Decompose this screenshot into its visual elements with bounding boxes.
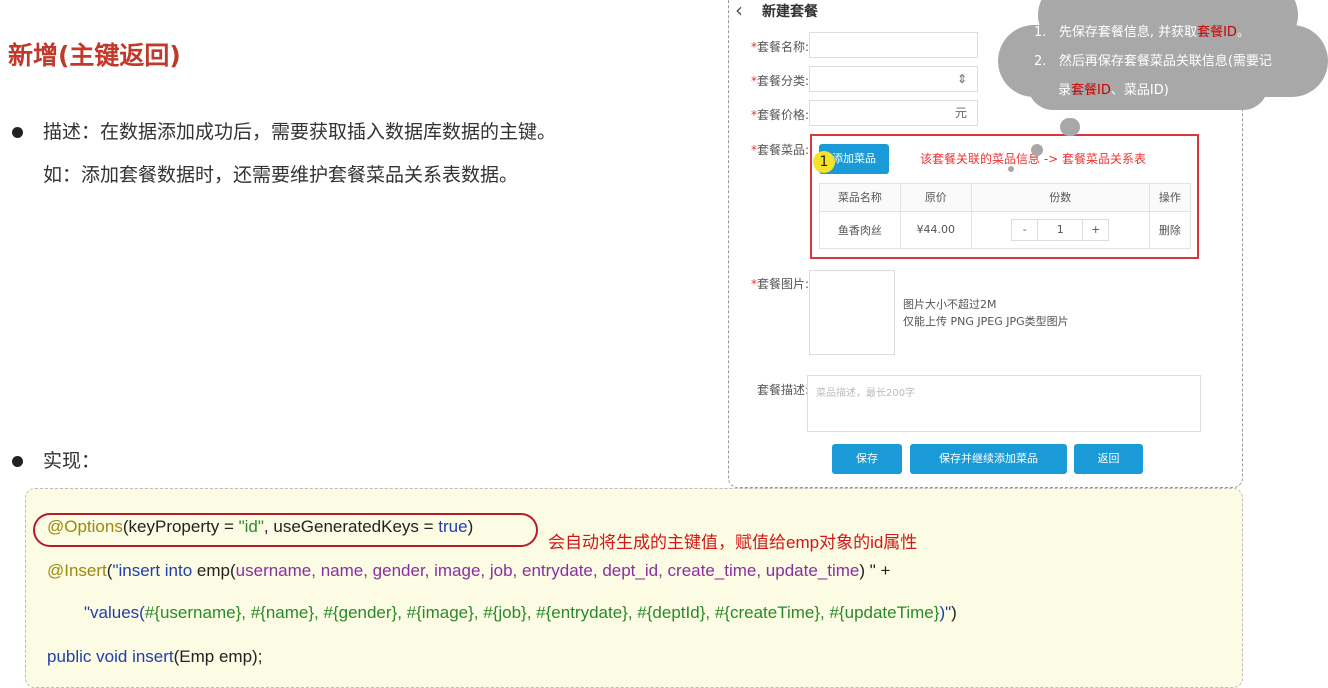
table-header: 菜品名称原价份数操作	[820, 184, 1191, 212]
image-hint: 图片大小不超过2M仅能上传 PNG JPEG JPG类型图片	[903, 296, 1069, 330]
desc-label: 套餐描述:	[729, 381, 809, 398]
code-line-2: @Insert("insert into emp(username, name,…	[47, 561, 890, 581]
cloud-dot	[1060, 118, 1080, 136]
table-row: 鱼香肉丝 ¥44.00 -1+ 删除	[820, 211, 1191, 248]
back-arrow-icon[interactable]: ‹	[735, 0, 743, 22]
code-line-1: @Options(keyProperty = "id", useGenerate…	[47, 517, 473, 537]
price-label: *套餐价格:	[729, 106, 809, 123]
code-block: @Options(keyProperty = "id", useGenerate…	[25, 488, 1243, 688]
decrement-button[interactable]: -	[1012, 220, 1038, 240]
form-title: 新建套餐	[762, 1, 818, 21]
save-continue-button[interactable]: 保存并继续添加菜品	[910, 444, 1067, 474]
combo-name-input[interactable]	[809, 32, 978, 58]
implementation-label: 实现：	[43, 450, 100, 472]
description-line-2: 如：添加套餐数据时，还需要维护套餐菜品关系表数据。	[43, 160, 518, 187]
dishes-table: 菜品名称原价份数操作 鱼香肉丝 ¥44.00 -1+ 删除	[819, 183, 1191, 249]
image-label: *套餐图片:	[729, 275, 809, 292]
bullet-icon	[12, 456, 23, 467]
save-button[interactable]: 保存	[832, 444, 902, 474]
category-select[interactable]: ⇕	[809, 66, 978, 92]
back-button[interactable]: 返回	[1074, 444, 1143, 474]
price-unit: 元	[955, 106, 967, 120]
cloud-dot	[1031, 144, 1043, 156]
code-line-4: public void insert(Emp emp);	[47, 647, 262, 667]
category-label: *套餐分类:	[729, 72, 809, 89]
dish-price: ¥44.00	[900, 211, 971, 248]
bullet-icon	[12, 127, 23, 138]
implementation-heading: 实现：	[12, 446, 100, 473]
delete-link[interactable]: 删除	[1149, 211, 1190, 248]
description-line-1: 描述：在数据添加成功后，需要获取插入数据库数据的主键。	[12, 117, 556, 144]
col-qty: 份数	[971, 184, 1149, 212]
price-input[interactable]: 元	[809, 100, 978, 126]
sort-icon: ⇕	[957, 72, 967, 86]
description-text: 描述：在数据添加成功后，需要获取插入数据库数据的主键。	[43, 121, 556, 143]
col-name: 菜品名称	[820, 184, 901, 212]
step-badge: 1	[813, 151, 835, 173]
cloud-dot	[1008, 166, 1014, 172]
thought-cloud: 1. 先保存套餐信息, 并获取套餐ID。 2. 然后再保存套餐菜品关联信息(需要…	[998, 0, 1328, 110]
quantity-stepper[interactable]: -1+	[971, 211, 1149, 248]
image-upload[interactable]	[809, 270, 895, 355]
options-note: 会自动将生成的主键值，赋值给emp对象的id属性	[548, 528, 917, 553]
dishes-highlight-box: 添加菜品 1 该套餐关联的菜品信息 -> 套餐菜品关系表 菜品名称原价份数操作 …	[810, 134, 1199, 259]
quantity-value[interactable]: 1	[1038, 220, 1082, 240]
increment-button[interactable]: +	[1082, 220, 1108, 240]
name-label: *套餐名称:	[729, 38, 809, 55]
dish-name: 鱼香肉丝	[820, 211, 901, 248]
code-line-3: "values(#{username}, #{name}, #{gender},…	[84, 603, 957, 623]
col-action: 操作	[1149, 184, 1190, 212]
slide-title: 新增(主键返回)	[8, 36, 181, 72]
description-textarea[interactable]: 菜品描述，最长200字	[807, 375, 1201, 432]
dishes-label: *套餐菜品:	[729, 141, 809, 158]
col-price: 原价	[900, 184, 971, 212]
